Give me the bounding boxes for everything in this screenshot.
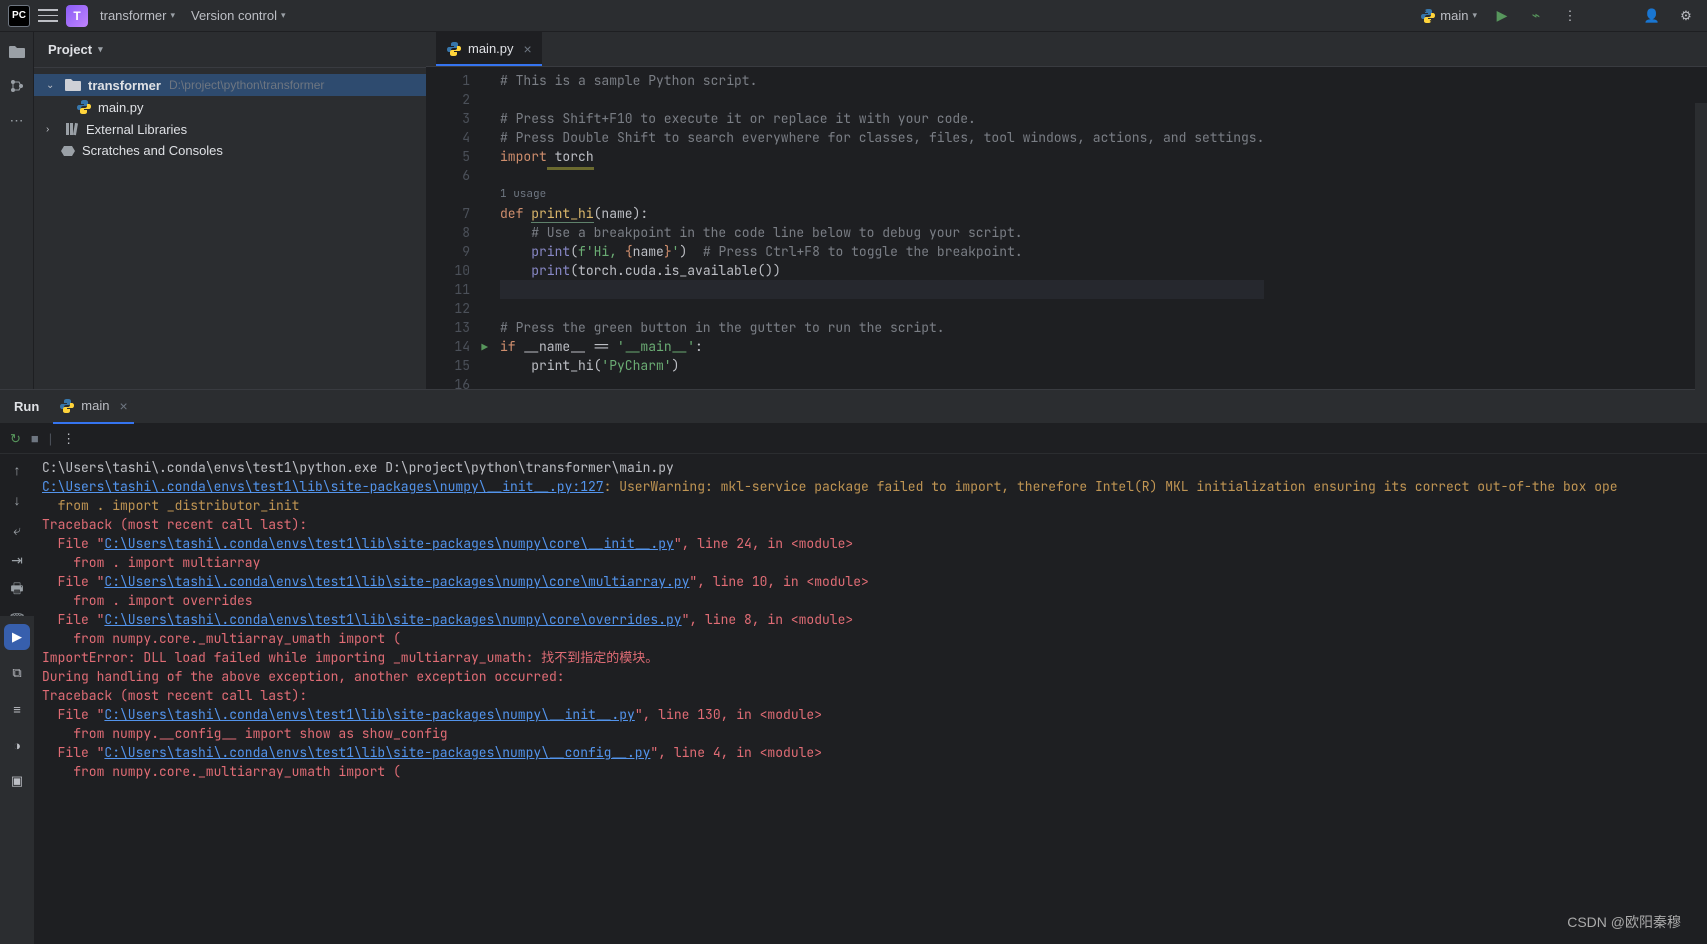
library-icon <box>64 121 80 137</box>
python-icon <box>59 398 75 414</box>
left-tool-rail: ⋯ <box>0 32 34 389</box>
soft-wrap-button[interactable]: ⤶ <box>7 520 27 540</box>
run-tab-name: main <box>81 398 109 413</box>
scroll-down-button[interactable]: ↓ <box>7 490 27 510</box>
run-button[interactable]: ▶ <box>1489 3 1515 29</box>
editor-minimap[interactable] <box>1695 103 1707 423</box>
rerun-button[interactable]: ↻ <box>10 431 21 447</box>
tab-name: main.py <box>468 41 514 56</box>
scroll-up-button[interactable]: ↑ <box>7 460 27 480</box>
pycharm-logo: PC <box>8 5 30 27</box>
python-icon <box>76 99 92 115</box>
services-button[interactable]: ≡ <box>4 696 30 722</box>
tree-ext-lib[interactable]: › External Libraries <box>34 118 426 140</box>
bottom-tool-rail: ▶ ⧉ ≡ ◑ ▣ <box>0 616 34 944</box>
close-tab-button[interactable]: × <box>524 41 532 57</box>
play-icon: ▶ <box>1497 7 1508 24</box>
code-lines: # This is a sample Python script. # Pres… <box>482 71 1264 394</box>
more-icon: ⋮ <box>1564 8 1577 24</box>
python-console-button[interactable]: ⧉ <box>4 660 30 686</box>
bug-icon: ⌁ <box>1532 7 1540 24</box>
project-tool-button[interactable] <box>7 42 27 62</box>
code-line: # Press Double Shift to search everywher… <box>500 129 1264 146</box>
ext-lib-label: External Libraries <box>86 122 187 137</box>
run-tool-window: Run main × ↻ ■ | ⋮ ↑ ↓ ⤶ ⇥ 🖶 🗑 C:\Users\… <box>0 389 1707 785</box>
folder-icon <box>64 77 82 93</box>
structure-icon <box>9 78 25 94</box>
chevron-down-icon: ▾ <box>170 10 175 21</box>
gear-icon: ⚙ <box>1680 8 1692 24</box>
tree-scratches[interactable]: Scratches and Consoles <box>34 140 426 161</box>
console-line: C:\Users\tashi\.conda\envs\test1\python.… <box>42 458 1699 477</box>
more-actions-button[interactable]: ⋮ <box>62 431 75 447</box>
structure-tool-button[interactable] <box>7 76 27 96</box>
file-link[interactable]: C:\Users\tashi\.conda\envs\test1\lib\sit… <box>42 478 604 495</box>
tree-file[interactable]: main.py <box>34 96 426 118</box>
project-selector[interactable]: transformer ▾ <box>96 6 179 25</box>
main-menu-button[interactable] <box>38 8 58 24</box>
more-tools-button[interactable]: ⋯ <box>7 110 27 130</box>
chevron-down-icon: ⌄ <box>46 80 58 91</box>
more-button[interactable]: ⋮ <box>1557 3 1583 29</box>
watermark: CSDN @欧阳秦穆 <box>1567 912 1681 932</box>
code-line: # Press Shift+F10 to execute it or repla… <box>500 110 976 127</box>
python-icon <box>446 41 462 57</box>
run-config-name: main <box>1440 8 1468 23</box>
print-button[interactable]: 🖶 <box>7 580 27 600</box>
user-icon: 👤 <box>1644 8 1660 24</box>
vcs-label: Version control <box>191 8 277 23</box>
run-title: Run <box>14 399 39 414</box>
project-name: transformer <box>100 8 166 23</box>
chevron-down-icon: ▾ <box>1472 10 1477 21</box>
file-name: main.py <box>98 100 144 115</box>
close-tab-button[interactable]: × <box>119 398 127 414</box>
file-link[interactable]: C:\Users\tashi\.conda\envs\test1\lib\sit… <box>104 535 673 552</box>
usage-hint: 1 usage <box>500 185 1264 204</box>
project-panel: Project ▾ ⌄ transformer D:\project\pytho… <box>34 32 426 389</box>
file-link[interactable]: C:\Users\tashi\.conda\envs\test1\lib\sit… <box>104 706 634 723</box>
root-path: D:\project\python\transformer <box>169 78 324 92</box>
project-badge[interactable]: T <box>66 5 88 27</box>
vcs-menu[interactable]: Version control ▾ <box>187 6 290 25</box>
settings-button[interactable]: ⚙ <box>1673 3 1699 29</box>
python-icon <box>1420 8 1436 24</box>
file-link[interactable]: C:\Users\tashi\.conda\envs\test1\lib\sit… <box>104 744 650 761</box>
code-editor[interactable]: 123456 78910111213 14▶ 1516 # This is a … <box>426 67 1707 394</box>
code-line: # This is a sample Python script. <box>500 72 757 89</box>
run-gutter-icon[interactable]: ▶ <box>481 339 488 358</box>
root-name: transformer <box>88 78 161 93</box>
chevron-right-icon: › <box>46 124 58 135</box>
stop-button[interactable]: ■ <box>31 431 39 446</box>
terminal-button[interactable]: ▣ <box>4 768 30 794</box>
run-tab[interactable]: main × <box>53 390 133 424</box>
editor-area: main.py × 123456 78910111213 14▶ 1516 # … <box>426 32 1707 389</box>
run-config-selector[interactable]: main ▾ <box>1416 6 1481 26</box>
editor-tab[interactable]: main.py × <box>436 32 542 66</box>
gutter: 123456 78910111213 14▶ 1516 <box>426 71 482 394</box>
account-button[interactable]: 👤 <box>1639 3 1665 29</box>
top-toolbar: PC T transformer ▾ Version control ▾ mai… <box>0 0 1707 32</box>
file-link[interactable]: C:\Users\tashi\.conda\envs\test1\lib\sit… <box>104 611 681 628</box>
debug-button[interactable]: ⌁ <box>1523 3 1549 29</box>
scratch-icon <box>60 144 76 158</box>
chevron-down-icon: ▾ <box>281 10 286 21</box>
folder-icon <box>8 44 26 60</box>
run-tool-button[interactable]: ▶ <box>4 624 30 650</box>
panel-title: Project <box>48 42 92 57</box>
problems-button[interactable]: ◑ <box>4 732 30 758</box>
project-tree: ⌄ transformer D:\project\python\transfor… <box>34 68 426 167</box>
console-output[interactable]: C:\Users\tashi\.conda\envs\test1\python.… <box>34 454 1707 785</box>
scratch-label: Scratches and Consoles <box>82 143 223 158</box>
chevron-down-icon: ▾ <box>98 44 103 55</box>
file-link[interactable]: C:\Users\tashi\.conda\envs\test1\lib\sit… <box>104 573 689 590</box>
tree-root[interactable]: ⌄ transformer D:\project\python\transfor… <box>34 74 426 96</box>
scroll-to-end-button[interactable]: ⇥ <box>7 550 27 570</box>
